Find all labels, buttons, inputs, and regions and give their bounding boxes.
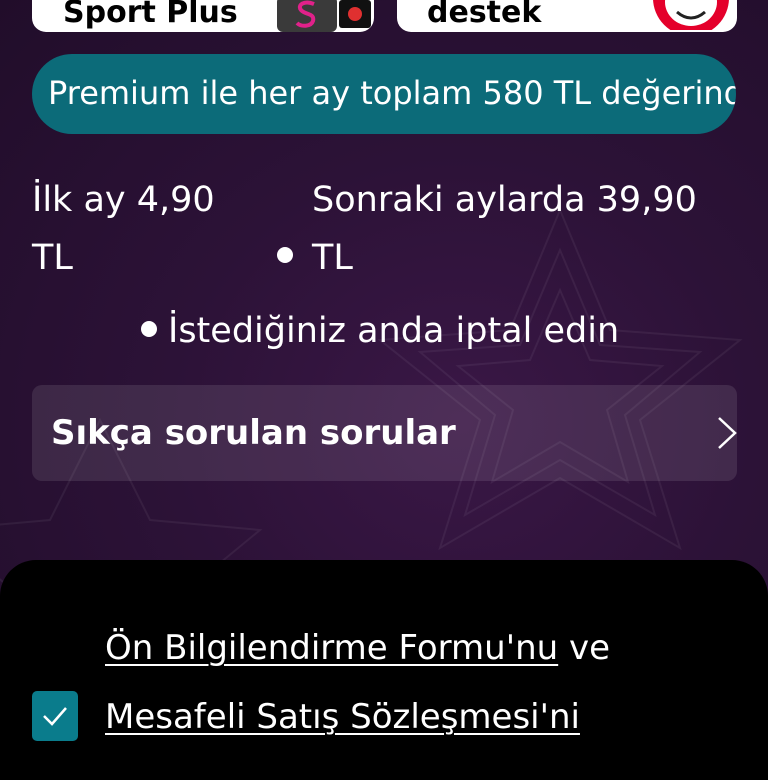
bullet-dot <box>141 321 157 337</box>
pre-information-form-link[interactable]: Ön Bilgilendirme Formu'nu <box>105 628 558 668</box>
promo-banner[interactable]: Premium ile her ay toplam 580 TL değerin… <box>32 54 736 134</box>
bullet-dot <box>277 247 293 263</box>
destek-title: destek <box>427 0 542 30</box>
promo-text: Premium ile her ay toplam 580 TL değerin… <box>48 74 736 112</box>
next-months-price: Sonraki aylarda 39,90 TL <box>312 180 697 278</box>
consent-sheet <box>0 560 768 780</box>
sport-plus-title: Sport Plus <box>63 0 238 30</box>
cancel-anytime-text: İstediğiniz anda iptal edin <box>168 311 620 351</box>
faq-label: Sıkça sorulan sorular <box>51 413 456 453</box>
distance-sales-contract-link[interactable]: Mesafeli Satış Sözleşmesi'ni <box>105 697 580 737</box>
consent-line-2: Mesafeli Satış Sözleşmesi'ni <box>105 695 580 739</box>
consent-checkbox[interactable] <box>32 691 78 741</box>
check-icon <box>43 707 67 726</box>
destek-card[interactable]: destek <box>397 0 737 32</box>
faq-row[interactable]: Sıkça sorulan sorular <box>32 385 737 481</box>
sport-plus-logo-icon <box>277 0 371 32</box>
consent-line-1: Ön Bilgilendirme Formu'nu ve <box>105 626 610 670</box>
chevron-right-icon <box>718 417 737 449</box>
sport-plus-card[interactable]: Sport Plus <box>32 0 374 32</box>
consent-conjunction: ve <box>569 628 611 668</box>
first-month-price: İlk ay 4,90 TL <box>32 180 215 278</box>
mascot-icon <box>653 0 729 30</box>
